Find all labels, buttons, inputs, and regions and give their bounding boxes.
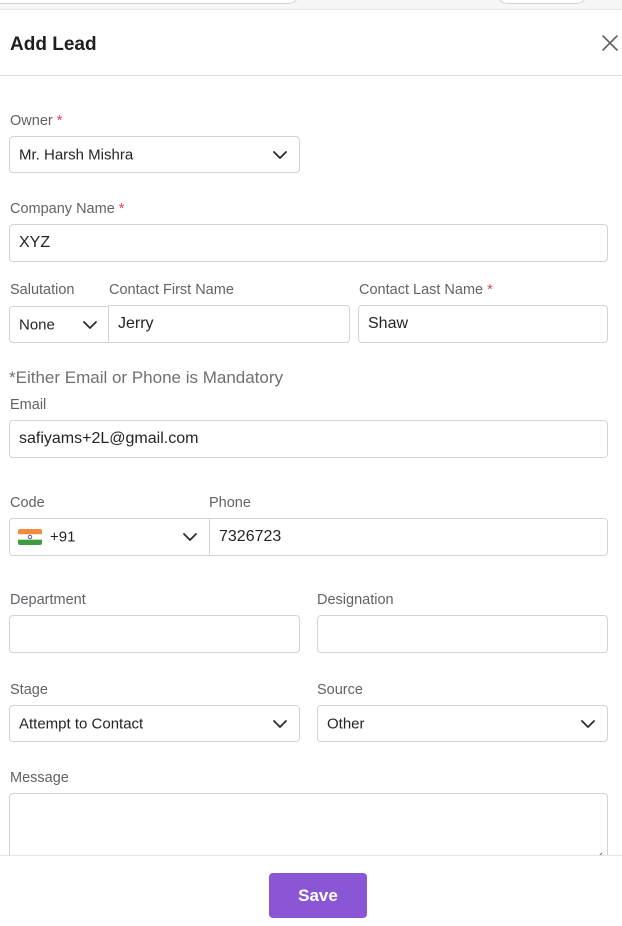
close-icon[interactable] xyxy=(599,32,621,54)
salutation-value: None xyxy=(19,316,55,333)
phone-label: Phone xyxy=(209,495,251,511)
phone-input[interactable]: 7326723 xyxy=(209,518,608,556)
save-button[interactable]: Save xyxy=(269,873,367,918)
country-code-select[interactable]: +91 xyxy=(9,518,210,556)
company-label: Company Name * xyxy=(10,201,124,217)
last-name-label: Contact Last Name * xyxy=(359,282,493,298)
last-name-label-text: Contact Last Name xyxy=(359,282,484,298)
modal-title: Add Lead xyxy=(10,34,97,55)
last-name-input[interactable]: Shaw xyxy=(358,305,608,343)
first-name-value: Jerry xyxy=(118,315,154,332)
first-name-input[interactable]: Jerry xyxy=(108,305,350,343)
owner-label: Owner * xyxy=(10,113,62,129)
background-button-pill xyxy=(496,0,588,4)
department-label: Department xyxy=(10,592,86,608)
salutation-select[interactable]: None xyxy=(9,306,110,343)
modal-header: Add Lead xyxy=(0,10,622,76)
stage-select[interactable]: Attempt to Contact xyxy=(9,705,300,742)
designation-input[interactable] xyxy=(317,615,608,653)
salutation-label: Salutation xyxy=(10,282,75,298)
stage-label: Stage xyxy=(10,682,48,698)
email-value: safiyams+2L@gmail.com xyxy=(19,430,199,447)
required-mark: * xyxy=(118,201,125,217)
email-label: Email xyxy=(10,397,47,413)
company-label-text: Company Name xyxy=(10,201,115,217)
source-label: Source xyxy=(317,682,363,698)
code-value: +91 xyxy=(50,528,76,546)
background-top-strip xyxy=(0,0,622,10)
owner-value: Mr. Harsh Mishra xyxy=(19,146,134,163)
last-name-value: Shaw xyxy=(368,315,409,332)
chevron-down-icon xyxy=(581,719,595,728)
code-label: Code xyxy=(10,495,45,511)
mandatory-note: *Either Email or Phone is Mandatory xyxy=(9,368,284,387)
email-input[interactable]: safiyams+2L@gmail.com xyxy=(9,420,608,458)
message-label: Message xyxy=(10,770,69,786)
owner-label-text: Owner xyxy=(10,113,53,129)
first-name-label: Contact First Name xyxy=(109,282,234,298)
message-textarea[interactable] xyxy=(9,793,608,863)
modal-footer: Save xyxy=(0,855,622,926)
company-name-input[interactable]: XYZ xyxy=(9,224,608,262)
background-search-pill xyxy=(0,0,300,4)
source-select[interactable]: Other xyxy=(317,705,608,742)
required-mark: * xyxy=(56,113,63,129)
chevron-down-icon xyxy=(183,533,197,541)
company-value: XYZ xyxy=(19,234,51,251)
chevron-down-icon xyxy=(273,150,287,159)
stage-value: Attempt to Contact xyxy=(19,715,144,732)
india-flag-icon xyxy=(18,529,42,545)
chevron-down-icon xyxy=(83,320,97,329)
owner-select[interactable]: Mr. Harsh Mishra xyxy=(9,136,300,173)
designation-label: Designation xyxy=(317,592,394,608)
department-input[interactable] xyxy=(9,615,300,653)
required-mark: * xyxy=(487,282,493,298)
source-value: Other xyxy=(327,715,365,732)
phone-value: 7326723 xyxy=(219,528,282,545)
chevron-down-icon xyxy=(273,719,287,728)
